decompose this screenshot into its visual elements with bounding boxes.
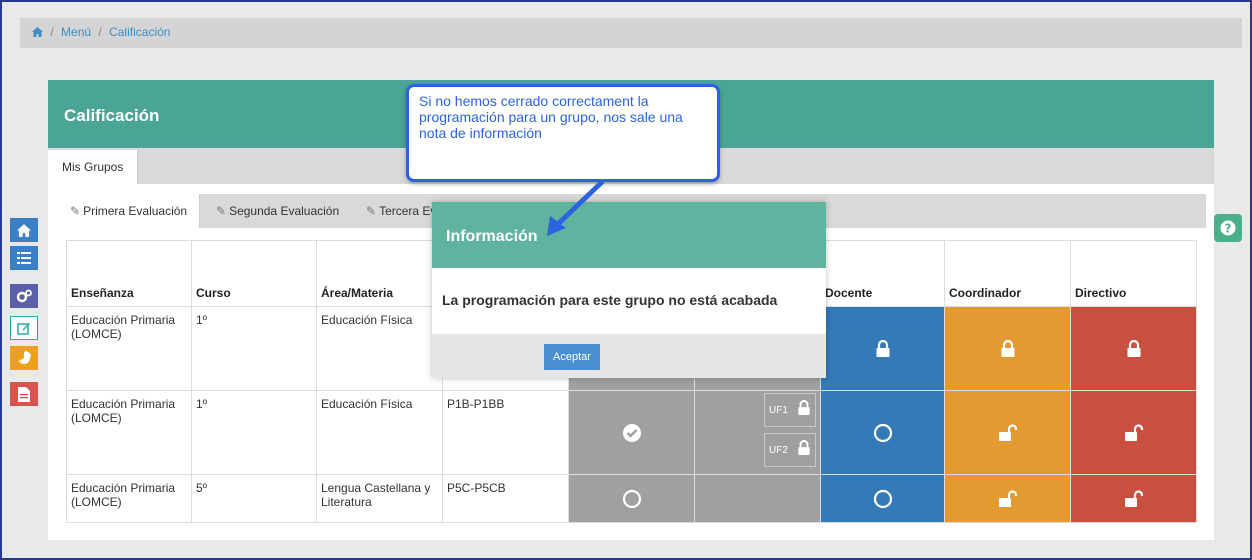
cell-curso: 1º (191, 306, 317, 391)
check-circle-icon (622, 423, 641, 442)
edit-icon: ✎ (216, 204, 227, 218)
cell-coordinador[interactable] (944, 306, 1071, 391)
question-icon: ? (1220, 220, 1236, 236)
header-ensenanza: Enseñanza (66, 240, 192, 307)
edit-icon[interactable] (10, 316, 38, 340)
callout-text: Si no hemos cerrado correctament la prog… (419, 93, 683, 141)
breadcrumb-current[interactable]: Calificación (109, 25, 170, 39)
cell-docente[interactable] (820, 474, 945, 523)
cell-ensenanza: Educación Primaria (LOMCE) (66, 390, 192, 475)
edit-icon: ✎ (366, 204, 377, 218)
tab-segunda-evaluacion[interactable]: ✎ Segunda Evaluación (204, 194, 351, 228)
svg-text:?: ? (1225, 222, 1232, 236)
annotation-callout: Si no hemos cerrado correctament la prog… (406, 84, 720, 182)
cell-coordinador[interactable] (944, 474, 1071, 523)
cell-uf: UF1 UF2 (694, 390, 821, 475)
document-icon[interactable] (10, 382, 38, 406)
modal-footer: Aceptar (432, 334, 826, 378)
header-curso: Curso (191, 240, 317, 307)
cell-status[interactable] (568, 390, 695, 475)
breadcrumb: / Menú / Calificación (20, 18, 1242, 48)
table-row: Educación Primaria (LOMCE) 1º Educación … (66, 390, 1197, 475)
cell-directivo[interactable] (1070, 474, 1197, 523)
cell-materia: Educación Física (316, 306, 443, 391)
lock-open-icon (1124, 423, 1143, 441)
modal-title: Información (432, 202, 826, 268)
cell-status[interactable] (568, 474, 695, 523)
lock-open-icon (998, 489, 1017, 507)
info-modal: Información La programación para este gr… (432, 202, 826, 378)
cell-coordinador[interactable] (944, 390, 1071, 475)
cell-grupo: P5C-P5CB (442, 474, 569, 523)
cell-uf (694, 474, 821, 523)
cogs-icon[interactable] (10, 284, 38, 308)
edit-icon: ✎ (70, 204, 81, 218)
lock-open-icon (1124, 489, 1143, 507)
lock-closed-icon (798, 440, 810, 455)
cell-directivo[interactable] (1070, 306, 1197, 391)
uf2-lock[interactable]: UF2 (764, 433, 816, 467)
cell-materia: Educación Física (316, 390, 443, 475)
cell-directivo[interactable] (1070, 390, 1197, 475)
lock-closed-icon (1001, 339, 1014, 357)
help-button[interactable]: ? (1214, 214, 1242, 242)
lock-closed-icon (1127, 339, 1140, 357)
lock-open-icon (998, 423, 1017, 441)
pie-chart-icon[interactable] (10, 346, 38, 370)
header-coordinador: Coordinador (944, 240, 1071, 307)
home-icon[interactable] (10, 218, 38, 242)
cell-ensenanza: Educación Primaria (LOMCE) (66, 306, 192, 391)
table-row: Educación Primaria (LOMCE) 5º Lengua Cas… (66, 474, 1197, 523)
cell-docente[interactable] (820, 306, 945, 391)
cell-materia: Lengua Castellana y Literatura (316, 474, 443, 523)
cell-ensenanza: Educación Primaria (LOMCE) (66, 474, 192, 523)
cell-curso: 5º (191, 474, 317, 523)
tab-primera-evaluacion[interactable]: ✎ Primera Evaluación (58, 194, 201, 228)
circle-icon (622, 489, 641, 508)
cell-docente[interactable] (820, 390, 945, 475)
circle-icon (873, 489, 892, 508)
modal-message: La programación para este grupo no está … (442, 292, 778, 308)
header-docente: Docente (820, 240, 945, 307)
accept-button[interactable]: Aceptar (544, 344, 600, 370)
cell-curso: 1º (191, 390, 317, 475)
cell-grupo: P1B-P1BB (442, 390, 569, 475)
header-directivo: Directivo (1070, 240, 1197, 307)
lock-closed-icon (798, 400, 810, 415)
circle-icon (873, 423, 892, 442)
lock-closed-icon (876, 339, 889, 357)
uf1-lock[interactable]: UF1 (764, 393, 816, 427)
breadcrumb-menu[interactable]: Menú (61, 25, 91, 39)
tab-mis-grupos[interactable]: Mis Grupos (48, 150, 139, 184)
app-frame: / Menú / Calificación ? Calificación Mis… (0, 0, 1252, 560)
home-icon[interactable] (32, 25, 46, 39)
header-materia: Área/Materia (316, 240, 443, 307)
list-icon[interactable] (10, 246, 38, 270)
